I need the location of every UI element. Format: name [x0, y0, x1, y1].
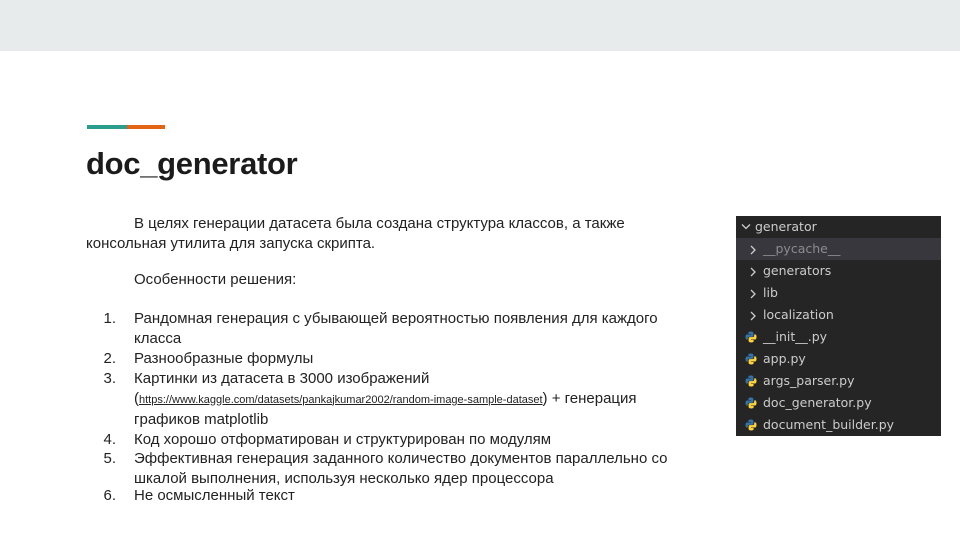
accent-bar-orange [127, 125, 165, 129]
tree-item-lib[interactable]: lib [736, 282, 941, 304]
list-item-number: 1. [103, 310, 116, 327]
intro-paragraph: В целях генерации датасета была создана … [86, 215, 625, 252]
tree-item-label: lib [763, 285, 778, 300]
tree-item-pycache[interactable]: __pycache__ [736, 238, 941, 260]
list-item-number: 5. [103, 450, 116, 467]
tree-item-args-parser-py[interactable]: args_parser.py [736, 370, 941, 392]
tree-item-label: args_parser.py [763, 373, 855, 388]
accent-bar-teal [87, 125, 127, 129]
list-item-text: Не осмысленный текст [134, 487, 295, 504]
chevron-right-icon [749, 282, 759, 304]
intro-block: В целях генерации датасета была создана … [86, 214, 706, 290]
list-item-number: 6. [103, 487, 116, 504]
tree-item-label: doc_generator.py [763, 395, 872, 410]
chevron-down-icon [741, 216, 751, 238]
tree-item-label: __pycache__ [763, 241, 841, 256]
file-explorer: generator __pycache__ generators lib loc… [736, 216, 941, 436]
list-item-number: 2. [103, 350, 116, 367]
kaggle-dataset-link[interactable]: https://www.kaggle.com/datasets/pankajku… [139, 394, 543, 406]
chevron-right-icon [749, 260, 759, 282]
tree-item-label: __init__.py [763, 329, 828, 344]
list-item-text: Рандомная генерация с убывающей вероятно… [134, 310, 658, 347]
list-item-text: Код хорошо отформатирован и структуриров… [134, 431, 552, 448]
features-heading: Особенности решения: [134, 271, 297, 288]
tree-item-label: generators [763, 263, 832, 278]
list-item-number: 3. [103, 370, 116, 387]
python-icon [745, 353, 757, 365]
python-icon [745, 331, 757, 343]
chevron-right-icon [749, 238, 759, 260]
tree-item-document-builder-py[interactable]: document_builder.py [736, 414, 941, 436]
tree-root-generator[interactable]: generator [736, 216, 941, 238]
tree-item-doc-generator-py[interactable]: doc_generator.py [736, 392, 941, 414]
tree-item-label: app.py [763, 351, 806, 366]
tree-item-app-py[interactable]: app.py [736, 348, 941, 370]
list-item-text: Разнообразные формулы [134, 350, 314, 367]
list-item-text: Эффективная генерация заданного количест… [134, 450, 668, 487]
slide-title: doc_generator [86, 146, 298, 181]
tree-item-init-py[interactable]: __init__.py [736, 326, 941, 348]
tree-item-label: document_builder.py [763, 417, 895, 432]
tree-item-label: localization [763, 307, 834, 322]
chevron-right-icon [749, 304, 759, 326]
tree-item-generators[interactable]: generators [736, 260, 941, 282]
list-item-number: 4. [103, 431, 116, 448]
python-icon [745, 397, 757, 409]
tree-item-localization[interactable]: localization [736, 304, 941, 326]
list-item-text: Картинки из датасета в 3000 изображений … [134, 369, 704, 430]
tree-root-label: generator [755, 219, 817, 234]
python-icon [745, 419, 757, 431]
header-band [0, 0, 960, 51]
python-icon [745, 375, 757, 387]
